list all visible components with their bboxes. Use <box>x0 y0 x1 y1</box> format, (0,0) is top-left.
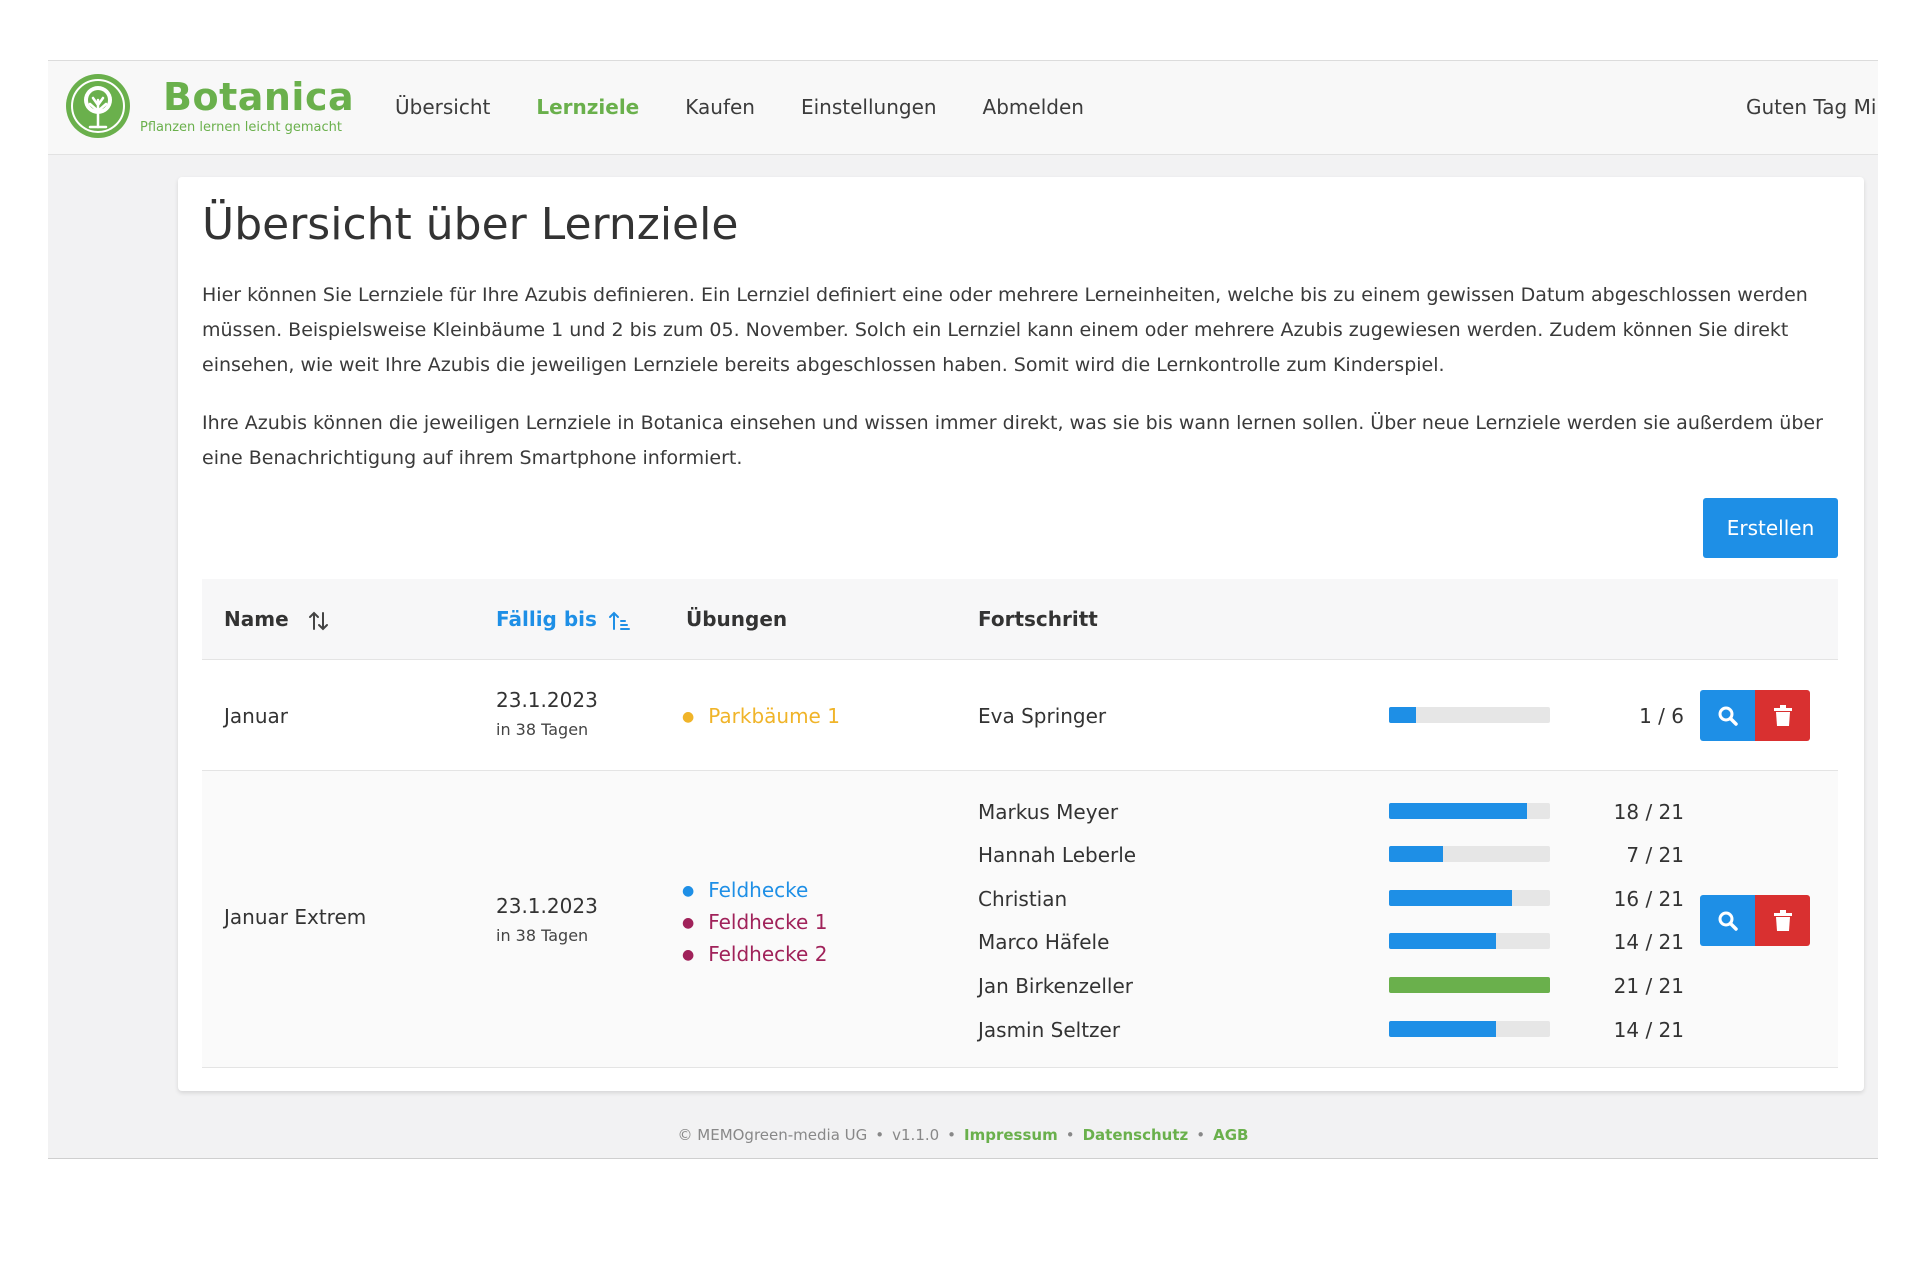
column-header-exercises: Übungen <box>686 607 788 631</box>
progress-fill <box>1389 977 1550 993</box>
nav-einstellungen[interactable]: Einstellungen <box>801 95 937 119</box>
intro-paragraph: Hier können Sie Lernziele für Ihre Azubi… <box>202 284 1808 376</box>
info-paragraph: Ihre Azubis können die jeweiligen Lernzi… <box>202 412 1823 469</box>
trainee-name: Markus Meyer <box>978 800 1119 824</box>
goal-name: Januar <box>224 704 288 728</box>
footer-link-datenschutz[interactable]: Datenschutz <box>1083 1126 1189 1144</box>
exercise-item[interactable]: ● Feldhecke 1 <box>682 910 827 934</box>
exercise-label: Feldhecke <box>708 878 809 902</box>
progress-bar <box>1389 803 1550 819</box>
version: v1.1.0 <box>892 1126 940 1144</box>
footer-link-impressum[interactable]: Impressum <box>964 1126 1058 1144</box>
main-nav: Übersicht Lernziele Kaufen Einstellungen… <box>395 95 1084 119</box>
app-window: Botanica Pflanzen lernen leicht gemacht … <box>48 60 1878 1159</box>
exercise-label: Feldhecke 1 <box>708 910 828 934</box>
bullet-dot-icon: ● <box>682 709 695 725</box>
table-row: Januar Extrem 23.1.2023 in 38 Tagen ● Fel… <box>202 771 1838 1068</box>
delete-button[interactable] <box>1755 895 1810 946</box>
exercise-label: Feldhecke 2 <box>708 942 828 966</box>
top-navbar: Botanica Pflanzen lernen leicht gemacht … <box>48 61 1878 155</box>
trainee-name: Eva Springer <box>978 704 1107 728</box>
bullet-dot-icon: ● <box>682 915 695 931</box>
sort-ascending-icon[interactable] <box>608 609 632 633</box>
bullet-dot-icon: ● <box>682 883 695 899</box>
progress-count: 14 / 21 <box>1613 930 1684 954</box>
magnifier-icon <box>1718 706 1738 726</box>
column-header-name[interactable]: Name <box>224 607 289 631</box>
exercise-item[interactable]: ● Feldhecke 2 <box>682 942 827 966</box>
progress-bar <box>1389 1021 1550 1037</box>
footer-separator: • <box>1065 1126 1075 1144</box>
footer-separator: • <box>875 1126 885 1144</box>
sort-arrows-icon[interactable] <box>307 609 331 633</box>
progress-fill <box>1389 933 1497 949</box>
exercise-item[interactable]: ● Feldhecke <box>682 878 808 902</box>
trainee-name: Christian <box>978 887 1068 911</box>
view-button[interactable] <box>1700 895 1755 946</box>
tree-logo-icon[interactable] <box>63 71 133 141</box>
progress-bar <box>1389 933 1550 949</box>
nav-abmelden[interactable]: Abmelden <box>983 95 1084 119</box>
view-button[interactable] <box>1700 690 1755 741</box>
goal-name: Januar Extrem <box>224 905 367 929</box>
progress-fill <box>1389 846 1443 862</box>
progress-count: 18 / 21 <box>1613 800 1684 824</box>
exercise-label: Parkbäume 1 <box>708 704 840 728</box>
footer-separator: • <box>947 1126 957 1144</box>
due-cell: 23.1.2023 in 38 Tagen <box>496 894 598 945</box>
progress-bar <box>1389 707 1550 723</box>
nav-uebersicht[interactable]: Übersicht <box>395 95 490 119</box>
trainee-name: Marco Häfele <box>978 930 1110 954</box>
table-header: Name Fällig bis Übungen Fortschritt <box>202 579 1838 660</box>
nav-kaufen[interactable]: Kaufen <box>685 95 755 119</box>
brand-tagline: Pflanzen lernen leicht gemacht <box>140 120 342 135</box>
copyright: © MEMOgreen-media UG <box>677 1126 868 1144</box>
footer: © MEMOgreen-media UG • v1.1.0 • Impressum • Da… <box>48 1126 1878 1144</box>
progress-fill <box>1389 1021 1497 1037</box>
trainee-name: Jasmin Seltzer <box>978 1018 1121 1042</box>
trash-icon <box>1773 704 1792 726</box>
progress-count: 16 / 21 <box>1613 887 1684 911</box>
table-row: Januar 23.1.2023 in 38 Tagen ● Parkbäume … <box>202 660 1838 771</box>
due-cell: 23.1.2023 in 38 Tagen <box>496 688 598 739</box>
progress-fill <box>1389 803 1527 819</box>
due-relative: in 38 Tagen <box>496 720 589 739</box>
learning-goals-card: Übersicht über Lernziele Hier können Sie… <box>178 177 1864 1091</box>
due-date: 23.1.2023 <box>496 688 598 712</box>
learning-goals-table: Name Fällig bis Übungen Fortschritt Janu… <box>202 579 1838 1068</box>
column-header-progress: Fortschritt <box>978 607 1098 631</box>
progress-fill <box>1389 890 1512 906</box>
create-button[interactable]: Erstellen <box>1703 498 1838 558</box>
user-greeting[interactable]: Guten Tag Mi <box>1746 95 1876 119</box>
progress-bar <box>1389 846 1550 862</box>
nav-lernziele[interactable]: Lernziele <box>536 95 639 119</box>
progress-fill <box>1389 707 1416 723</box>
trash-icon <box>1773 909 1792 931</box>
bullet-dot-icon: ● <box>682 947 695 963</box>
footer-link-agb[interactable]: AGB <box>1213 1126 1248 1144</box>
trainee-name: Hannah Leberle <box>978 843 1137 867</box>
page-title: Übersicht über Lernziele <box>202 199 739 250</box>
progress-count: 1 / 6 <box>1639 704 1684 728</box>
column-header-due[interactable]: Fällig bis <box>496 607 597 631</box>
brand-name[interactable]: Botanica <box>163 75 354 119</box>
progress-bar <box>1389 890 1550 906</box>
progress-count: 21 / 21 <box>1613 974 1684 998</box>
due-relative: in 38 Tagen <box>496 926 589 945</box>
progress-bar <box>1389 977 1550 993</box>
trainee-name: Jan Birkenzeller <box>978 974 1133 998</box>
due-date: 23.1.2023 <box>496 894 598 918</box>
footer-separator: • <box>1196 1126 1206 1144</box>
delete-button[interactable] <box>1755 690 1810 741</box>
exercise-item[interactable]: ● Parkbäume 1 <box>682 704 840 728</box>
progress-count: 14 / 21 <box>1613 1018 1684 1042</box>
magnifier-icon <box>1718 911 1738 931</box>
progress-count: 7 / 21 <box>1626 843 1684 867</box>
